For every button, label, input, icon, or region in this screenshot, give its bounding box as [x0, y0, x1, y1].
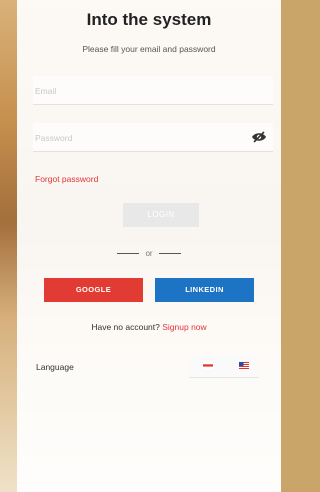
signup-row: Have no account? Signup now — [17, 322, 281, 332]
password-field[interactable]: Password — [33, 123, 273, 152]
google-button[interactable]: GOOGLE — [44, 278, 143, 302]
signup-link[interactable]: Signup now — [162, 322, 206, 332]
page-title: Into the system — [86, 10, 212, 29]
divider-line-right — [158, 253, 181, 255]
eye-slash-icon[interactable] — [251, 131, 267, 143]
en-flag-icon[interactable] — [239, 362, 249, 369]
email-placeholder: Email — [35, 86, 57, 96]
forgot-password-link[interactable]: Forgot password — [35, 174, 98, 184]
login-panel: Into the system Please fill your email a… — [17, 0, 281, 492]
page-subtitle: Please fill your email and password — [82, 44, 216, 54]
ru-flag-icon[interactable] — [203, 362, 213, 369]
language-label: Language — [36, 362, 74, 372]
signup-prompt: Have no account? — [91, 322, 163, 332]
or-label: or — [145, 249, 153, 258]
email-field[interactable]: Email — [33, 76, 273, 105]
divider-line-left — [117, 253, 140, 255]
login-button[interactable]: LOGIN — [123, 203, 199, 227]
password-placeholder: Password — [35, 133, 73, 143]
language-selector[interactable] — [189, 355, 259, 378]
linkedin-button[interactable]: LINKEDIN — [155, 278, 254, 302]
or-divider: or — [17, 249, 281, 261]
